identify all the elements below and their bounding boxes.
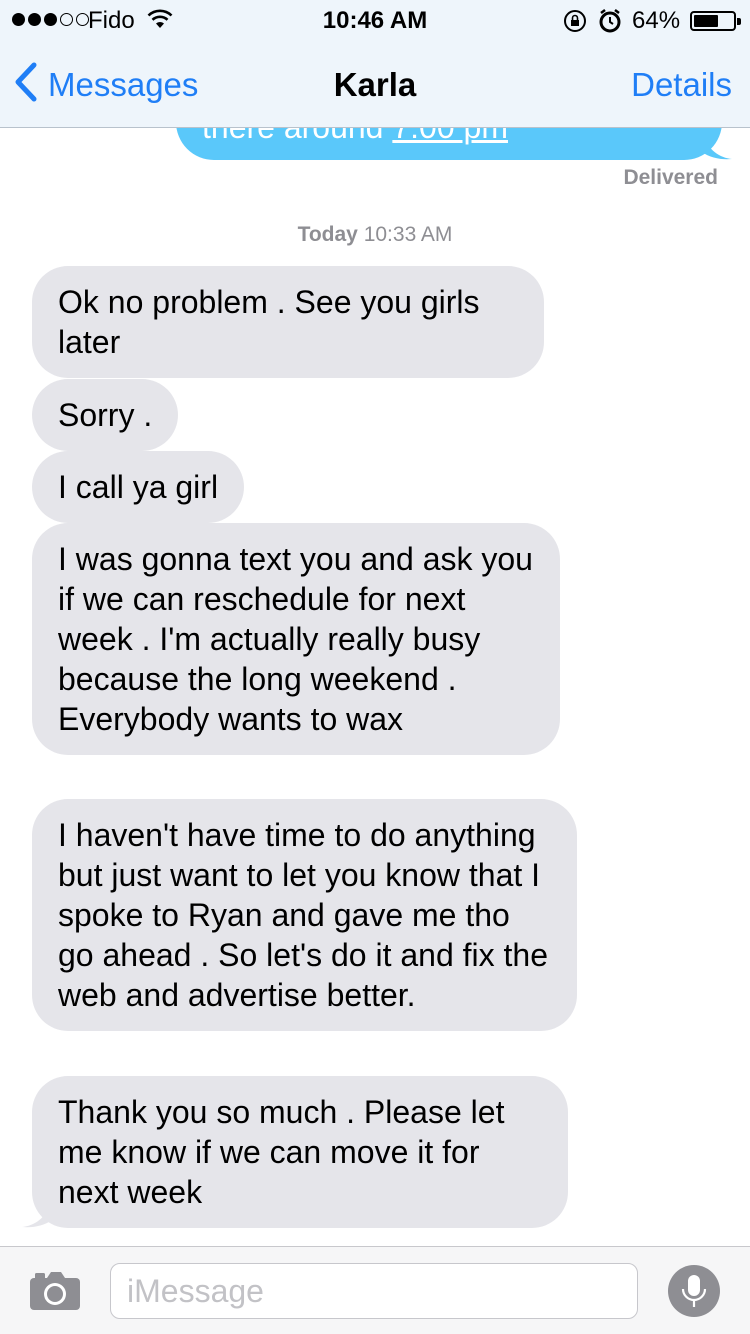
- received-message-bubble[interactable]: I was gonna text you and ask you if we c…: [32, 523, 560, 755]
- message-text: Ok no problem . See you girls later: [58, 284, 480, 360]
- microphone-icon: [681, 1275, 707, 1307]
- received-message-bubble[interactable]: Thank you so much . Please let me know i…: [22, 1076, 568, 1228]
- battery-icon: [690, 11, 741, 31]
- message-text: Sorry .: [58, 397, 153, 433]
- delivered-status: Delivered: [623, 166, 718, 189]
- microphone-button[interactable]: [668, 1265, 720, 1317]
- sent-message-bubble[interactable]: there around 7:00 pm: [176, 128, 732, 160]
- sent-message-text: there around 7:00 pm: [202, 128, 508, 146]
- message-text: Thank you so much . Please let me know i…: [58, 1094, 505, 1210]
- battery-percentage: 64%: [632, 7, 681, 34]
- status-bar: Fido 10:46 AM 64%: [0, 0, 750, 40]
- received-message-bubble[interactable]: Sorry .: [32, 379, 179, 451]
- conversation-view[interactable]: there around 7:00 pm Delivered Today 10:…: [0, 128, 750, 1246]
- battery-cap: [737, 18, 741, 25]
- details-button[interactable]: Details: [631, 66, 732, 104]
- time-link[interactable]: 7:00 pm: [392, 128, 508, 145]
- imessage-input[interactable]: [110, 1263, 638, 1319]
- message-text: I call ya girl: [58, 469, 219, 505]
- sent-message-text-before: there around: [202, 128, 392, 145]
- timestamp-time: 10:33 AM: [363, 223, 453, 246]
- received-message-bubble[interactable]: I haven't have time to do anything but j…: [32, 799, 577, 1031]
- message-timestamp: Today 10:33 AM: [0, 223, 750, 247]
- sent-bubble-tail: [702, 134, 732, 160]
- alarm-icon: [598, 8, 622, 39]
- camera-icon[interactable]: [29, 1271, 81, 1316]
- battery-level-fill: [694, 15, 719, 27]
- navigation-bar: Messages Karla Details: [0, 40, 750, 128]
- rotation-lock-icon: [562, 8, 588, 39]
- message-text: I was gonna text you and ask you if we c…: [58, 541, 533, 737]
- received-bubble-tail: [22, 1202, 52, 1228]
- received-message-bubble[interactable]: Ok no problem . See you girls later: [32, 266, 544, 378]
- message-input-bar: [0, 1246, 750, 1334]
- timestamp-day: Today: [297, 223, 358, 246]
- received-message-bubble[interactable]: I call ya girl: [32, 451, 245, 523]
- message-text: I haven't have time to do anything but j…: [58, 817, 548, 1013]
